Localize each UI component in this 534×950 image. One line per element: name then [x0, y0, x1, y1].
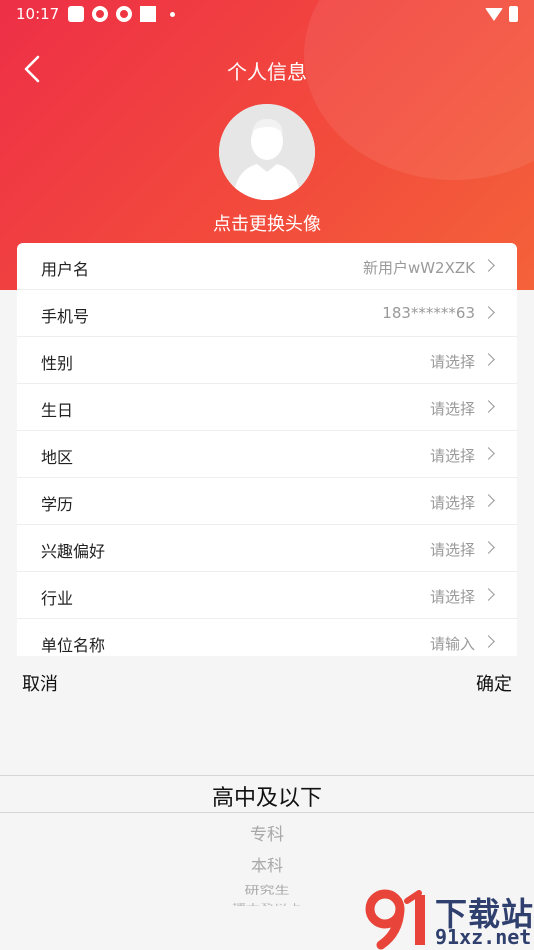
chevron-right-icon	[482, 494, 495, 507]
row-value: 新用户wW2XZK	[362, 259, 475, 277]
chevron-right-icon	[482, 588, 495, 601]
row-label: 行业	[41, 589, 74, 608]
chevron-right-icon	[482, 447, 495, 460]
row-label: 兴趣偏好	[41, 542, 106, 561]
row-label: 手机号	[41, 307, 90, 326]
row-label: 单位名称	[41, 636, 106, 655]
picker-option-selected[interactable]: 高中及以下	[0, 780, 534, 812]
row-value: 请选择	[429, 353, 475, 371]
wifi-icon	[485, 7, 503, 21]
picker-toolbar: 取消 确定	[0, 656, 534, 706]
notification-icons	[68, 6, 175, 22]
square-notification-icon	[140, 6, 156, 22]
status-bar: 10:17	[0, 0, 534, 28]
user-silhouette-icon	[219, 104, 315, 200]
row-label: 地区	[41, 448, 74, 467]
row-company[interactable]: 单位名称 请输入	[17, 619, 517, 656]
battery-icon	[509, 6, 518, 22]
picker-confirm-button[interactable]: 确定	[476, 670, 512, 696]
row-label: 用户名	[41, 260, 90, 279]
watermark-domain: 91xz.net	[435, 925, 532, 949]
row-birthday[interactable]: 生日 请选择	[17, 384, 517, 431]
row-gender[interactable]: 性别 请选择	[17, 337, 517, 384]
row-phone[interactable]: 手机号 183******63	[17, 290, 517, 337]
watermark-logo-icon	[365, 889, 425, 950]
sync-notification-icon-2	[116, 6, 132, 22]
row-education[interactable]: 学历 请选择	[17, 478, 517, 525]
sync-notification-icon	[92, 6, 108, 22]
row-username[interactable]: 用户名 新用户wW2XZK	[17, 243, 517, 290]
row-label: 性别	[41, 354, 74, 373]
system-icons	[485, 6, 518, 22]
row-value: 请选择	[429, 400, 475, 418]
status-time: 10:17	[16, 5, 60, 23]
row-value: 请选择	[429, 588, 475, 606]
row-region[interactable]: 地区 请选择	[17, 431, 517, 478]
chevron-right-icon	[482, 353, 495, 366]
row-label: 学历	[41, 495, 74, 514]
chevron-right-icon	[482, 259, 495, 272]
chevron-right-icon	[482, 635, 495, 648]
row-value: 请选择	[429, 541, 475, 559]
page-title: 个人信息	[227, 60, 307, 84]
row-value: 请选择	[429, 447, 475, 465]
profile-info-card: 用户名 新用户wW2XZK 手机号 183******63 性别 请选择 生日 …	[17, 243, 517, 656]
row-label: 生日	[41, 401, 74, 420]
chevron-right-icon	[482, 541, 495, 554]
site-watermark: 下载站 91xz.net	[363, 887, 534, 950]
more-notifications-dot-icon	[170, 11, 175, 17]
app-notification-icon	[68, 6, 84, 22]
row-value: 183******63	[382, 304, 475, 322]
picker-option[interactable]: 本科	[0, 852, 534, 876]
picker-cancel-button[interactable]: 取消	[22, 670, 58, 696]
row-value: 请选择	[429, 494, 475, 512]
row-interests[interactable]: 兴趣偏好 请选择	[17, 525, 517, 572]
row-value: 请输入	[429, 635, 475, 653]
change-avatar-link[interactable]: 点击更换头像	[0, 210, 534, 236]
avatar[interactable]	[219, 104, 315, 200]
chevron-right-icon	[482, 306, 495, 319]
row-industry[interactable]: 行业 请选择	[17, 572, 517, 619]
chevron-right-icon	[482, 400, 495, 413]
picker-selection-line-top	[0, 775, 534, 776]
picker-option[interactable]: 专科	[0, 820, 534, 845]
picker-selection-line-bottom	[0, 812, 534, 813]
